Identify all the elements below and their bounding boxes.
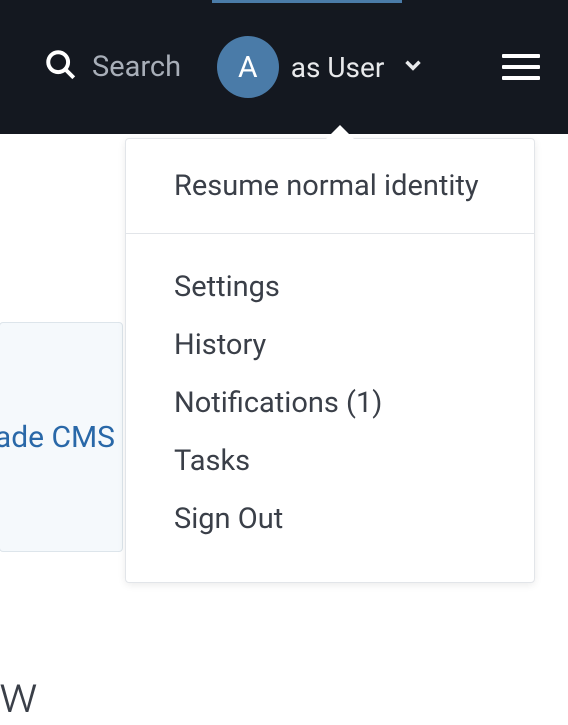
menu-item-resume-identity[interactable]: Resume normal identity [174,169,486,203]
avatar-initial: A [238,50,258,85]
menu-item-sign-out[interactable]: Sign Out [174,490,486,548]
avatar: A [217,36,279,98]
user-menu-trigger[interactable]: A as User [217,36,427,98]
search-label: Search [92,50,181,84]
dropdown-section-top: Resume normal identity [126,139,534,234]
page-heading-fragment: ew [0,664,38,725]
info-box: ade CMS [0,322,123,552]
menu-item-notifications[interactable]: Notifications (1) [174,374,486,432]
chevron-down-icon [400,52,426,82]
topbar: Search A as User [0,0,568,134]
hamburger-menu-icon[interactable] [502,54,540,80]
menu-item-history[interactable]: History [174,316,486,374]
menu-item-settings[interactable]: Settings [174,258,486,316]
menu-item-tasks[interactable]: Tasks [174,432,486,490]
search-icon [44,48,78,86]
info-box-text: ade CMS [0,420,115,455]
search-group[interactable]: Search [44,48,181,86]
as-user-label: as User [291,51,385,84]
dropdown-section-bottom: Settings History Notifications (1) Tasks… [126,234,534,582]
topbar-accent [212,0,402,3]
user-dropdown: Resume normal identity Settings History … [125,138,535,583]
